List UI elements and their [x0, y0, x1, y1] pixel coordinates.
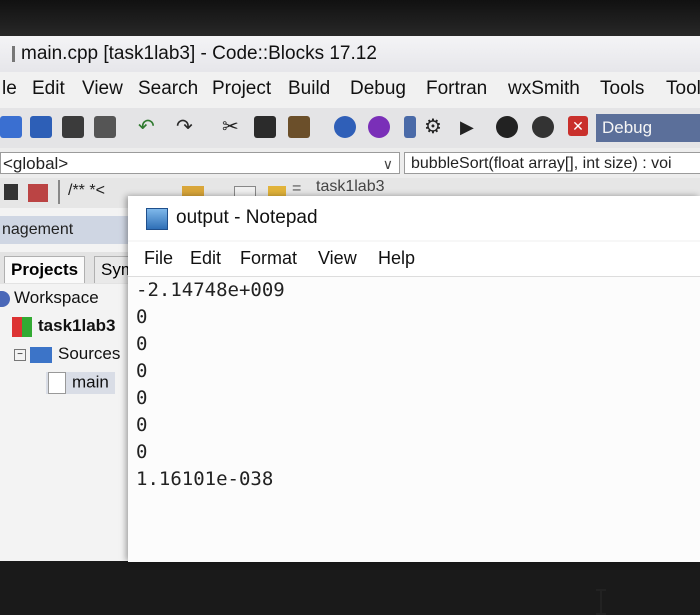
menu-search[interactable]: Search	[138, 78, 198, 100]
run-icon[interactable]: ▶	[460, 116, 482, 138]
stop-icon[interactable]: ✕	[568, 116, 588, 136]
tree-project-label: task1lab3	[38, 316, 116, 335]
menu-build[interactable]: Build	[288, 78, 330, 100]
text-line: 0	[136, 333, 148, 355]
file-icon	[48, 372, 66, 394]
function-select[interactable]: bubbleSort(float array[], int size) : vo…	[404, 152, 700, 174]
management-panel: nagement Projects Sym Workspace task1lab…	[0, 208, 142, 561]
save-all-icon[interactable]	[94, 116, 116, 138]
notepad-text-area[interactable]: -2.14748e+009 0 0 0 0 0 0 1.16101e-038	[128, 276, 700, 615]
editor-tab-label[interactable]: task1lab3	[316, 178, 385, 196]
scope-value: <global>	[3, 154, 69, 173]
text-line: -2.14748e+009	[136, 279, 285, 301]
menu-wxsmith[interactable]: wxSmith	[508, 78, 580, 100]
menu-tools[interactable]: Tools	[600, 78, 644, 100]
notepad-icon	[146, 208, 168, 230]
menu-edit[interactable]: Edit	[32, 78, 65, 100]
tree-sources-label: Sources	[58, 344, 121, 363]
tree-workspace-label: Workspace	[14, 288, 99, 307]
tree-project[interactable]: task1lab3	[12, 316, 116, 337]
redo-icon[interactable]: ↷	[176, 117, 196, 137]
bookmark-icon[interactable]	[4, 184, 18, 200]
tree-sources[interactable]: − Sources	[14, 344, 120, 364]
build-and-run-icon[interactable]	[496, 116, 518, 138]
replace-icon[interactable]	[368, 116, 390, 138]
menu-project[interactable]: Project	[212, 78, 271, 100]
collapse-icon: −	[14, 348, 26, 361]
management-title: nagement	[0, 216, 140, 244]
undo-icon[interactable]: ↶	[138, 117, 158, 137]
menu-fortran[interactable]: Fortran	[426, 78, 487, 100]
text-line: 0	[136, 414, 148, 436]
notepad-window: output - Notepad File Edit Format View H…	[128, 196, 700, 615]
rebuild-icon[interactable]	[532, 116, 554, 138]
codeblocks-icon	[12, 45, 15, 62]
toolbar-grip-icon	[404, 116, 416, 138]
save-icon[interactable]	[62, 116, 84, 138]
codeblocks-menubar: le Edit View Search Project Build Debug …	[0, 72, 700, 108]
new-file-icon[interactable]	[0, 116, 22, 138]
notepad-titlebar: output - Notepad	[128, 196, 700, 240]
notepad-menubar: File Edit Format View Help	[128, 242, 700, 276]
folder-open-icon	[30, 346, 52, 363]
find-icon[interactable]	[334, 116, 356, 138]
cut-icon[interactable]: ✂	[222, 116, 244, 138]
build-gear-icon[interactable]: ⚙	[424, 116, 446, 138]
open-file-icon[interactable]	[30, 116, 52, 138]
np-menu-view[interactable]: View	[318, 248, 357, 269]
puzzle-icon[interactable]	[28, 184, 48, 202]
tree-main-file[interactable]: main	[46, 372, 115, 394]
doxygen-comment-label[interactable]: /** *<	[68, 182, 105, 200]
toolbar-separator	[58, 180, 60, 204]
text-line: 0	[136, 360, 148, 382]
np-menu-help[interactable]: Help	[378, 248, 415, 269]
tree-workspace[interactable]: Workspace	[0, 288, 99, 308]
project-icon	[12, 316, 32, 337]
build-target-select[interactable]: Debug	[596, 114, 700, 142]
codeblocks-toolbar: ↶ ↷ ✂ ⚙ ▶ ✕ Debug	[0, 108, 700, 149]
paste-icon[interactable]	[288, 116, 310, 138]
copy-icon[interactable]	[254, 116, 276, 138]
menu-view[interactable]: View	[82, 78, 123, 100]
management-tabs: Projects Sym	[0, 252, 142, 284]
np-menu-file[interactable]: File	[144, 248, 173, 269]
text-line: 0	[136, 387, 148, 409]
window-title: main.cpp [task1lab3] - Code::Blocks 17.1…	[21, 43, 377, 64]
np-menu-format[interactable]: Format	[240, 248, 297, 269]
menu-tools-plus[interactable]: Tool	[666, 78, 700, 100]
tab-projects[interactable]: Projects	[4, 256, 86, 283]
text-line: 0	[136, 306, 148, 328]
code-completion-bar: <global> ∨ bubbleSort(float array[], int…	[0, 148, 700, 179]
tree-main-label: main	[72, 372, 109, 392]
chevron-down-icon: ∨	[382, 156, 393, 172]
scope-select[interactable]: <global> ∨	[0, 152, 400, 174]
text-line: 0	[136, 441, 148, 463]
codeblocks-titlebar: main.cpp [task1lab3] - Code::Blocks 17.1…	[0, 36, 700, 72]
text-line: 1.16101e-038	[136, 468, 274, 490]
workspace-icon	[0, 290, 10, 307]
notepad-title: output - Notepad	[176, 207, 318, 228]
menu-file[interactable]: le	[2, 78, 17, 100]
photo-bezel	[0, 0, 700, 40]
menu-debug[interactable]: Debug	[350, 78, 406, 100]
np-menu-edit[interactable]: Edit	[190, 248, 221, 269]
text-cursor-icon	[596, 589, 606, 615]
